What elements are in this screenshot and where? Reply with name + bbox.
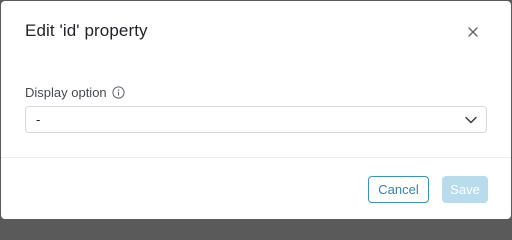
edit-property-dialog: Edit 'id' property Display option - Canc…	[1, 1, 511, 219]
dialog-footer: Cancel Save	[1, 158, 511, 219]
display-option-label-text: Display option	[25, 85, 107, 100]
close-icon	[468, 27, 478, 37]
info-icon[interactable]	[112, 86, 125, 99]
display-option-select[interactable]: -	[25, 106, 487, 133]
dialog-header: Edit 'id' property	[1, 1, 511, 63]
cancel-button[interactable]: Cancel	[368, 176, 429, 203]
save-button[interactable]: Save	[442, 176, 488, 203]
dialog-body: Display option -	[1, 63, 511, 157]
close-button[interactable]	[463, 22, 483, 42]
display-option-selected-value: -	[36, 112, 41, 127]
chevron-down-icon	[464, 113, 478, 127]
dialog-title: Edit 'id' property	[25, 21, 148, 40]
display-option-label: Display option	[25, 85, 125, 100]
